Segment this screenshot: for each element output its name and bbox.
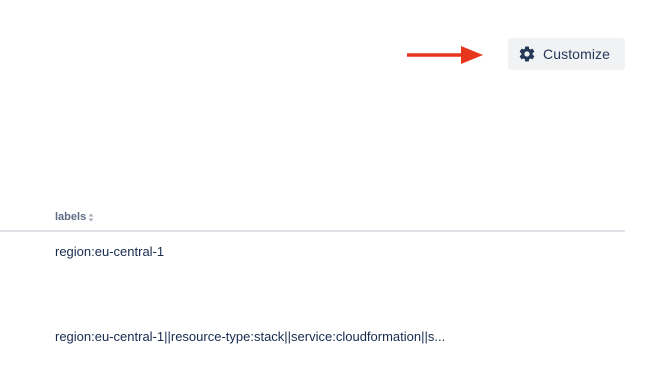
customize-label: Customize: [543, 46, 611, 62]
annotation-arrow: [407, 46, 483, 64]
sort-icon[interactable]: [88, 213, 94, 222]
gear-icon: [518, 45, 536, 63]
table-row: region:eu-central-1||resource-type:stack…: [0, 312, 625, 389]
customize-button[interactable]: Customize: [508, 38, 625, 70]
cell-labels: region:eu-central-1||resource-type:stack…: [55, 329, 446, 344]
column-header-labels[interactable]: labels: [55, 211, 94, 223]
cell-labels: region:eu-central-1: [55, 244, 165, 259]
table-row: region:eu-central-1: [0, 232, 625, 312]
column-header-label: labels: [55, 211, 87, 223]
